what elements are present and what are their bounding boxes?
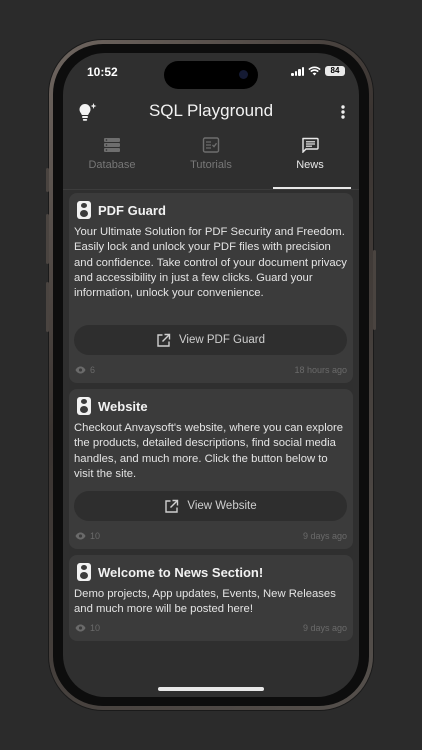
card-footer: 10 9 days ago: [75, 531, 347, 545]
card-footer: 10 9 days ago: [75, 623, 347, 637]
tab-divider: [63, 189, 359, 190]
tab-bar: Database Tutorials News: [63, 137, 359, 189]
view-pdf-guard-button[interactable]: View PDF Guard: [74, 325, 347, 355]
card-header: PDF Guard: [77, 201, 166, 219]
posted-time: 18 hours ago: [294, 365, 347, 375]
speaker-icon: [77, 397, 91, 415]
eye-icon: [75, 532, 86, 540]
more-options-icon[interactable]: [341, 105, 345, 119]
signal-icon: [291, 66, 304, 76]
tab-tutorials[interactable]: Tutorials: [162, 137, 260, 189]
posted-time: 9 days ago: [302, 531, 347, 541]
power-button: [373, 250, 376, 330]
view-count-value: 10: [90, 531, 101, 541]
card-header: Website: [77, 397, 148, 415]
view-count-value: 10: [90, 623, 101, 633]
card-body: Demo projects, App updates, Events, New …: [74, 588, 336, 616]
status-bar: 10:52 84: [63, 53, 359, 91]
news-icon: [302, 137, 319, 153]
eye-icon: [75, 624, 86, 632]
external-link-icon: [157, 333, 171, 347]
tab-database-label: Database: [88, 159, 136, 171]
card-title: PDF Guard: [98, 202, 166, 218]
home-indicator[interactable]: [158, 687, 264, 691]
tab-news-label: News: [296, 159, 324, 171]
posted-time: 9 days ago: [302, 623, 347, 633]
view-website-button[interactable]: View Website: [74, 491, 347, 521]
button-label: View PDF Guard: [178, 334, 266, 346]
view-count: 10: [75, 623, 100, 633]
speaker-icon: [77, 563, 91, 581]
view-count: 6: [75, 365, 95, 375]
button-label: View Website: [187, 500, 257, 512]
volume-down-button: [46, 282, 49, 332]
database-icon: [104, 138, 120, 152]
app-title: SQL Playground: [148, 101, 274, 120]
card-body: Checkout Anvaysoft's website, where you …: [74, 422, 344, 480]
card-header: Welcome to News Section!: [77, 563, 263, 581]
card-footer: 6 18 hours ago: [75, 365, 347, 379]
app-header: SQL Playground: [63, 97, 359, 127]
dynamic-island: [164, 61, 258, 89]
tutorials-icon: [202, 137, 220, 153]
tab-tutorials-label: Tutorials: [190, 159, 232, 171]
battery-icon: 84: [325, 66, 345, 76]
wifi-icon: [308, 66, 321, 76]
news-card-website: Website Checkout Anvaysoft's website, wh…: [69, 389, 353, 549]
speaker-icon: [77, 201, 91, 219]
app-screen: 10:52 84 SQL Playground Database Tutoria…: [63, 53, 359, 697]
volume-up-button: [46, 214, 49, 264]
news-card-welcome: Welcome to News Section! Demo projects, …: [69, 555, 353, 641]
card-body: Your Ultimate Solution for PDF Security …: [74, 226, 347, 300]
silent-switch: [46, 168, 49, 192]
camera-icon: [239, 70, 248, 79]
view-count-value: 6: [90, 365, 96, 375]
external-link-icon: [165, 499, 179, 513]
eye-icon: [75, 366, 86, 374]
tab-database[interactable]: Database: [63, 137, 161, 189]
status-time: 10:52: [87, 65, 118, 79]
view-count: 10: [75, 531, 100, 541]
tab-news[interactable]: News: [261, 137, 359, 189]
status-icons: 84: [291, 66, 345, 76]
card-title: Website: [98, 398, 148, 414]
card-title: Welcome to News Section!: [98, 564, 264, 580]
news-card-pdf-guard: PDF Guard Your Ultimate Solution for PDF…: [69, 193, 353, 383]
